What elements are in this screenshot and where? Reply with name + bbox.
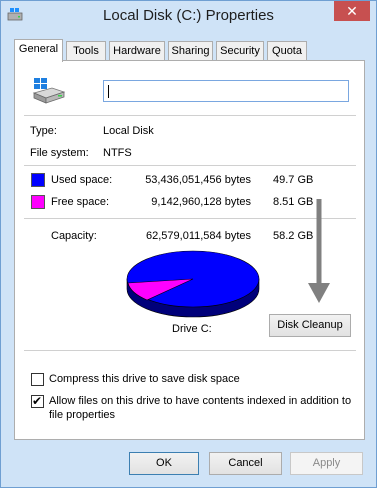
hard-drive-icon (32, 78, 66, 104)
disk-cleanup-button[interactable]: Disk Cleanup (269, 314, 351, 337)
free-space-bytes: 9,142,960,128 bytes (151, 196, 251, 208)
properties-window: Local Disk (C:) Properties ✕ General Too… (0, 0, 377, 488)
checkmark-icon: ✔ (32, 394, 43, 408)
disk-usage-pie-chart (126, 250, 260, 318)
type-label: Type: (30, 125, 57, 137)
tab-sharing[interactable]: Sharing (168, 41, 213, 61)
capacity-bytes: 62,579,011,584 bytes (146, 230, 251, 242)
compress-label: Compress this drive to save disk space (49, 373, 240, 385)
tab-general[interactable]: General (14, 39, 63, 62)
divider (24, 350, 356, 351)
tab-quota[interactable]: Quota (267, 41, 307, 61)
compress-checkbox[interactable] (31, 373, 44, 386)
tab-security[interactable]: Security (216, 41, 264, 61)
capacity-label: Capacity: (51, 230, 97, 242)
apply-button[interactable]: Apply (290, 452, 363, 475)
free-space-label: Free space: (51, 196, 110, 208)
free-space-size: 8.51 GB (273, 196, 314, 208)
type-value: Local Disk (103, 125, 154, 137)
file-system-label: File system: (30, 147, 89, 159)
used-space-size: 49.7 GB (273, 174, 314, 186)
used-space-bytes: 53,436,051,456 bytes (145, 174, 251, 186)
free-space-swatch (31, 195, 45, 209)
index-checkbox[interactable]: ✔ (31, 394, 44, 408)
divider (24, 218, 356, 219)
index-label-line1: Allow files on this drive to have conten… (49, 395, 352, 407)
drive-name-input[interactable] (103, 80, 349, 102)
close-button[interactable]: ✕ (334, 1, 370, 21)
general-tab-panel: Type: Local Disk File system: NTFS Used … (14, 60, 365, 440)
window-title: Local Disk (C:) Properties (103, 7, 274, 24)
divider (24, 165, 356, 166)
used-space-swatch (31, 173, 45, 187)
ok-button[interactable]: OK (129, 452, 199, 475)
capacity-size: 58.2 GB (273, 230, 314, 242)
tab-hardware[interactable]: Hardware (109, 41, 165, 61)
tab-tools[interactable]: Tools (66, 41, 106, 61)
drive-letter-label: Drive C: (172, 323, 212, 335)
title-bar[interactable]: Local Disk (C:) Properties ✕ (1, 1, 376, 31)
index-label-line2: file properties (49, 409, 116, 421)
divider (24, 115, 356, 116)
text-caret (108, 85, 109, 98)
used-space-label: Used space: (51, 174, 113, 186)
cancel-button[interactable]: Cancel (209, 452, 282, 475)
file-system-value: NTFS (103, 147, 132, 159)
